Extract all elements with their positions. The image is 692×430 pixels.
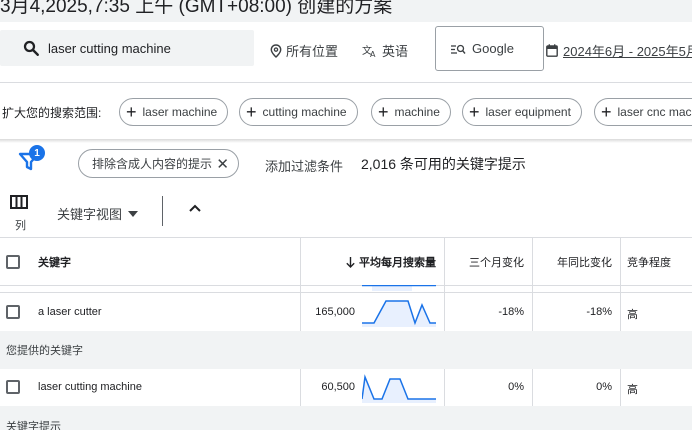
columns-icon[interactable]: [10, 195, 28, 209]
table-row[interactable]: laser cutting machine 60,500 0% 0% 高: [0, 369, 692, 406]
broaden-chip-laser-equipment[interactable]: + laser equipment: [462, 98, 582, 126]
three-month-change-cell: -18%: [498, 306, 524, 318]
competition-cell: 高: [627, 384, 638, 396]
network-selector[interactable]: Google: [435, 26, 544, 71]
broaden-chip-label: laser machine: [142, 105, 218, 119]
trend-sparkline[interactable]: [362, 373, 436, 403]
column-header-avg-monthly[interactable]: 平均每月搜索量: [340, 238, 436, 286]
avg-monthly-cell: 60,500: [321, 381, 355, 393]
broaden-search-label: 扩大您的搜索范围:: [2, 106, 102, 120]
plus-icon: +: [469, 102, 480, 122]
location-pin-icon: [270, 43, 282, 58]
language-label: 英语: [382, 44, 409, 59]
add-filter-button[interactable]: 添加过滤条件: [265, 156, 343, 175]
sparkline-fragment: [362, 285, 436, 291]
filter-chip-label: 排除含成人内容的提示: [92, 157, 213, 171]
plan-created-text: 3月4,2025,7:35 上午 (GMT+08:00) 创建的方案: [0, 0, 393, 17]
group-header-provided: 您提供的关键字: [0, 331, 692, 369]
table-row[interactable]: a laser cutter 165,000 -18% -18% 高: [0, 293, 692, 331]
svg-text:A: A: [370, 50, 376, 58]
group-label: 关键字提示: [6, 421, 61, 430]
column-header-label: 平均每月搜索量: [359, 257, 436, 269]
plus-icon: +: [378, 102, 389, 122]
location-label: 所有位置: [286, 44, 339, 59]
broaden-chip-label: cutting machine: [262, 105, 347, 119]
column-header-yoy[interactable]: 年同比变化: [532, 238, 612, 286]
search-query[interactable]: laser cutting machine: [48, 41, 171, 56]
column-header-label: 竞争程度: [627, 257, 671, 269]
filter-count-badge: 1: [29, 145, 45, 161]
column-header-label: 三个月变化: [469, 257, 524, 269]
broaden-chip-laser-machine[interactable]: + laser machine: [119, 98, 229, 126]
yoy-change-cell: -18%: [586, 306, 612, 318]
date-range-selector[interactable]: 2024年6月 - 2025年5月: [546, 41, 692, 60]
row-checkbox[interactable]: [6, 380, 20, 394]
chevron-up-icon[interactable]: [187, 200, 203, 216]
column-header-keyword[interactable]: 关键字: [38, 238, 71, 286]
column-header-label: 年同比变化: [557, 257, 612, 269]
plus-icon: +: [246, 102, 257, 122]
keyword-search-box[interactable]: laser cutting machine: [0, 30, 254, 66]
location-selector[interactable]: 所有位置: [270, 41, 338, 60]
plus-icon: +: [601, 102, 612, 122]
broaden-chip-cutting-machine[interactable]: + cutting machine: [239, 98, 358, 126]
divider: [0, 82, 692, 83]
keyword-view-dropdown[interactable]: 关键字视图: [57, 204, 139, 223]
sort-down-arrow-icon: [346, 256, 355, 268]
trend-sparkline[interactable]: [362, 297, 436, 327]
competition-cell: 高: [627, 309, 638, 321]
date-range-label: 2024年6月 - 2025年5月: [563, 44, 692, 59]
broaden-chip-label: laser cnc mac: [617, 105, 692, 119]
column-header-competition[interactable]: 竞争程度: [627, 238, 671, 286]
three-month-change-cell: 0%: [508, 381, 524, 393]
plan-header: 3月4,2025,7:35 上午 (GMT+08:00) 创建的方案: [0, 0, 692, 22]
keyword-view-label: 关键字视图: [57, 207, 123, 222]
translate-icon: 文 A: [362, 44, 376, 58]
row-checkbox[interactable]: [6, 305, 20, 319]
avg-monthly-cell: 165,000: [315, 306, 355, 318]
columns-label: 列: [15, 220, 26, 232]
select-all-checkbox[interactable]: [6, 255, 20, 269]
broaden-chip-label: machine: [394, 105, 440, 119]
language-selector[interactable]: 文 A 英语: [362, 41, 408, 60]
adult-filter-chip[interactable]: 排除含成人内容的提示 ✕: [78, 149, 239, 178]
group-label: 您提供的关键字: [6, 345, 83, 357]
network-label: Google: [472, 41, 514, 56]
broaden-chip-machine[interactable]: + machine: [371, 98, 451, 126]
close-icon[interactable]: ✕: [216, 155, 229, 173]
column-header-label: 关键字: [38, 257, 71, 269]
dropdown-arrow-icon: [128, 210, 139, 217]
toolbar-divider: [162, 196, 163, 226]
broaden-chip-laser-cnc[interactable]: + laser cnc mac: [594, 98, 692, 126]
group-header-suggested: 关键字提示: [0, 406, 692, 430]
search-icon: [23, 40, 39, 56]
toolbar-shadow: [0, 139, 692, 143]
available-ideas-count: 2,016 条可用的关键字提示: [361, 156, 526, 172]
calendar-icon: [546, 44, 558, 57]
broaden-chip-label: laser equipment: [485, 105, 571, 119]
search-network-icon: [451, 44, 466, 54]
divider: [0, 285, 692, 286]
keyword-cell: laser cutting machine: [38, 381, 142, 393]
column-header-three-month[interactable]: 三个月变化: [444, 238, 524, 286]
yoy-change-cell: 0%: [596, 381, 612, 393]
plus-icon: +: [126, 102, 137, 122]
keyword-cell: a laser cutter: [38, 306, 102, 318]
